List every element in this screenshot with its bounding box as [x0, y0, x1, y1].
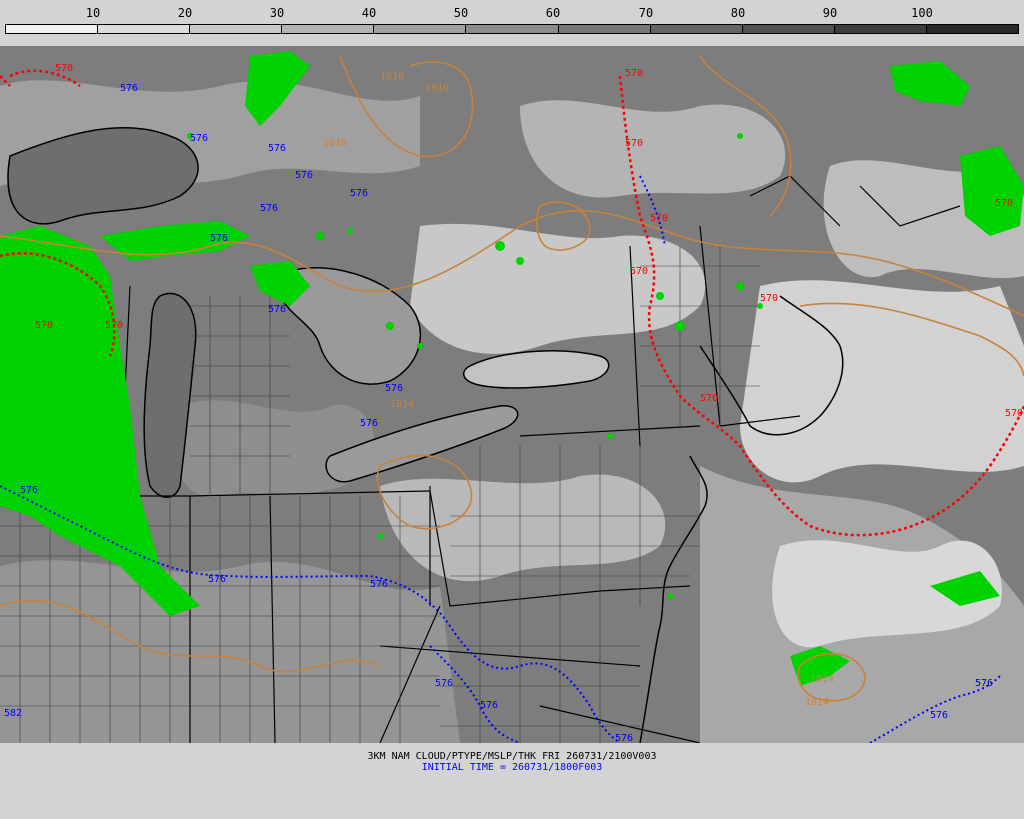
weather-map: 570 570 570 570 570 570 570 570 570 570 … [0, 46, 1024, 744]
isobar-label-1014: 1014 [810, 674, 834, 685]
isobar-label-1010: 1010 [323, 138, 347, 149]
scale-tick-label: 50 [453, 6, 469, 20]
cloud-band [520, 100, 786, 198]
thickness-label-570: 570 [760, 293, 778, 304]
thickness-label-576: 576 [210, 233, 228, 244]
scale-segment [190, 25, 283, 33]
isobar-label-1010: 1010 [425, 83, 449, 94]
thickness-label-570: 570 [55, 63, 73, 74]
scale-segment [742, 25, 835, 33]
thickness-label-576: 576 [120, 83, 138, 94]
scale-tick-label: 100 [911, 6, 933, 20]
map-canvas: 570 570 570 570 570 570 570 570 570 570 … [0, 46, 1024, 744]
isobar-label-1014: 1014 [390, 399, 414, 410]
scale-segment [466, 25, 559, 33]
thickness-label-576: 576 [260, 203, 278, 214]
scale-color-bar [5, 24, 1019, 34]
scale-segment [98, 25, 191, 33]
scale-tick-label: 80 [730, 6, 746, 20]
scale-segment [558, 25, 651, 33]
thickness-label-576: 576 [268, 304, 286, 315]
thickness-label-570: 570 [700, 393, 718, 404]
thickness-label-570: 570 [995, 198, 1013, 209]
scale-segment [650, 25, 743, 33]
thickness-label-570: 570 [35, 320, 53, 331]
thickness-label-576: 576 [615, 733, 633, 743]
isobar-label-1010: 1010 [380, 71, 404, 82]
scale-segment [926, 25, 1019, 33]
thickness-label-576: 576 [385, 383, 403, 394]
thickness-label-582: 582 [4, 708, 22, 719]
scale-tick-label: 20 [177, 6, 193, 20]
scale-segment [282, 25, 375, 33]
thickness-label-576: 576 [480, 700, 498, 711]
scale-segment [834, 25, 927, 33]
thickness-label-576: 576 [20, 485, 38, 496]
cloud-band [740, 280, 1024, 483]
thickness-label-570: 570 [625, 68, 643, 79]
initial-time: INITIAL TIME = 260731/1800F003 [421, 762, 603, 773]
cloud-band [172, 400, 375, 498]
thickness-label-570: 570 [625, 138, 643, 149]
thickness-label-576: 576 [435, 678, 453, 689]
thickness-label-570: 570 [105, 320, 123, 331]
thickness-label-576: 576 [360, 418, 378, 429]
thickness-label-576: 576 [370, 579, 388, 590]
thickness-label-576: 576 [190, 133, 208, 144]
thickness-label-576: 576 [208, 574, 226, 585]
scale-tick-label: 60 [545, 6, 561, 20]
scale-tick-labels: 10 20 30 40 50 60 70 80 90 100 [0, 6, 1024, 22]
scale-tick-label: 30 [269, 6, 285, 20]
map-caption: 3KM NAM CLOUD/PTYPE/MSLP/THK FRI 260731/… [0, 751, 1024, 773]
scale-tick-label: 90 [822, 6, 838, 20]
thickness-label-576: 576 [268, 143, 286, 154]
thickness-label-570: 570 [650, 213, 668, 224]
scale-tick-label: 70 [638, 6, 654, 20]
scale-segment [374, 25, 467, 33]
thickness-label-576: 576 [930, 710, 948, 721]
scale-tick-label: 40 [361, 6, 377, 20]
thickness-label-570: 570 [1005, 408, 1023, 419]
thickness-label-576: 576 [295, 170, 313, 181]
isobar-label-1014: 1014 [805, 697, 829, 708]
cloud-cover-scale: 10 20 30 40 50 60 70 80 90 100 [0, 0, 1024, 46]
scale-tick-label: 10 [85, 6, 101, 20]
scale-segment [6, 25, 99, 33]
thickness-label-576: 576 [975, 678, 993, 689]
product-title: 3KM NAM CLOUD/PTYPE/MSLP/THK FRI 260731/… [367, 751, 657, 762]
thickness-label-570: 570 [630, 266, 648, 277]
thickness-label-576: 576 [350, 188, 368, 199]
